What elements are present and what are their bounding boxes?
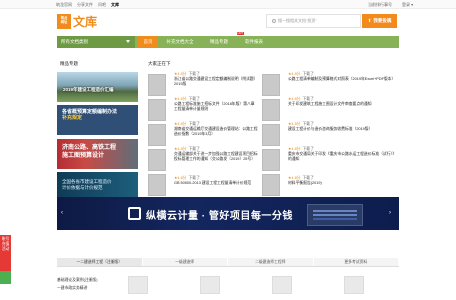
doc-thumbnail[interactable] (344, 276, 364, 294)
side-float-green (0, 271, 11, 284)
top-right-links: 当前排行事号 登录 ▾ (368, 2, 413, 8)
list-item[interactable]: ★4.8分 下载了 重庆市交通局关于印发《重庆市公路水运工程造价标准（试行）》的通… (288, 147, 398, 177)
nav-docs[interactable]: 补充文档大全 (158, 36, 202, 48)
doc-thumbnail[interactable] (148, 74, 166, 96)
doc-thumbnail[interactable] (148, 99, 166, 121)
promo-caption: 济南公路、高铁工程 施工图预算设计 (62, 145, 117, 159)
tab-second-level[interactable]: 二级建造师工程师 (228, 258, 314, 266)
doc-thumbnail[interactable] (262, 74, 280, 96)
ad-banner[interactable]: ‹ 纵横云计量 · 管好项目每一分钱 › (57, 197, 399, 230)
doc-thumbnail[interactable] (200, 276, 220, 294)
doc-title: 浙江省公路交通建设工程定额编制说明（附试题）2019版 (174, 77, 258, 87)
top-link-library[interactable]: 文库 (111, 2, 119, 8)
doc-title: 重庆市交通局关于印发《重庆市公路水运工程造价标准（试行）》的通知 (288, 152, 397, 162)
hot-badge: HOT (236, 32, 244, 35)
category-select[interactable]: 所有文档类别 (57, 36, 135, 48)
top-link-zhulong[interactable]: 筑龙官网 (56, 2, 72, 8)
tab-first-level[interactable]: 一级建造师 (142, 258, 228, 266)
category-tabs: 一二建造师工程（注册版） 一级建造师 二级建造师工程师 更多考试资料 (57, 258, 399, 267)
doc-thumbnail[interactable] (262, 124, 280, 146)
doc-thumbnail[interactable] (128, 276, 148, 294)
doc-title: GB 50500-2013 建设工程工程量清单计价规范 (174, 181, 252, 186)
nav-software[interactable]: 软件报表 (236, 36, 272, 48)
nav-items: 首页 补充文档大全 精品专题 HOT 软件报表 (138, 32, 272, 48)
side-float-widget[interactable]: 账号 充值 活动 (0, 235, 11, 284)
bottom-link-list: 基础理论及案例(注册版) 一建市政实务精讲 (57, 276, 98, 292)
promo-banner[interactable]: 济南公路、高铁工程 施工图预算设计 (57, 139, 138, 169)
screen-illustration (307, 204, 363, 226)
brand-logo-icon (128, 207, 141, 220)
top-links: 筑龙官网 分享文件 问吧 文库 (56, 2, 119, 8)
chevron-left-icon[interactable]: ‹ (61, 210, 65, 216)
nav-featured[interactable]: 精品专题 HOT (202, 32, 244, 48)
bottom-link[interactable]: 基础理论及案例(注册版) (57, 276, 98, 284)
doc-title: 湖南省交通运输厅交通建设造价管理站：公路工程造价指数（2019年3月） (174, 127, 258, 137)
search-input[interactable]: 搜一搜相关文档"投资" (266, 14, 361, 28)
nav-featured-label: 精品专题 (210, 39, 228, 44)
search-icon (272, 19, 276, 23)
site-logo[interactable]: 筑龙 网址 文库 (57, 13, 97, 30)
doc-title: 建设工程计价与造价咨询服务收费标准（2019版） (288, 127, 373, 132)
doc-thumbnail[interactable] (148, 124, 166, 146)
login-link[interactable]: 登录 ▾ (402, 2, 413, 8)
upload-icon: ⬆ (367, 18, 372, 23)
doc-thumbnail[interactable] (148, 174, 166, 196)
logo-badge: 筑龙 网址 (57, 14, 71, 29)
promo-caption: 各省概预算定额编制办法 补充规定 (62, 109, 118, 121)
banner-slogan: 纵横云计量 · 管好项目每一分钱 (146, 211, 293, 222)
logo-text: 文库 (73, 15, 98, 29)
tab-construction-exam[interactable]: 一二建造师工程（注册版） (57, 258, 143, 266)
promo-banner[interactable]: 各省概预算定额编制办法 补充规定 (57, 105, 138, 135)
top-link-ask[interactable]: 问吧 (98, 2, 106, 8)
chevron-right-icon[interactable]: › (389, 210, 393, 216)
promo-caption: 全国各省市建设工程造价 计价依据与计价规范 (62, 179, 112, 190)
doc-thumbnail[interactable] (262, 99, 280, 121)
search-placeholder: 搜一搜相关文档"投资" (278, 18, 317, 23)
bottom-link[interactable]: 一建市政实务精讲 (57, 284, 98, 292)
tab-more[interactable]: 更多考试资料 (313, 258, 399, 266)
doc-thumbnail[interactable] (272, 276, 292, 294)
doc-thumbnail[interactable] (262, 149, 280, 171)
doc-title: 交通运输部关于进一步加强公路工程建设项目招标投标管理工作的通知（交公路发〔201… (174, 152, 258, 162)
latest-title: 大家正在下 (148, 61, 171, 66)
doc-title: 材料平衡报告(2019) (288, 181, 322, 186)
doc-title: 公路工程标准施工招标文件（2018年版）第八章 工程量清单计量规则 (174, 102, 255, 112)
upload-button[interactable]: ⬆ 我要投稿 (362, 14, 397, 28)
nav-home[interactable]: 首页 (138, 36, 158, 48)
category-select-label: 所有文档类别 (61, 39, 88, 44)
top-link-rank[interactable]: 当前排行事号 (368, 2, 392, 8)
chevron-down-icon (126, 40, 130, 43)
list-item[interactable]: ★4.8分 下载了 交通运输部关于进一步加强公路工程建设项目招标投标管理工作的通知… (174, 147, 258, 177)
top-link-share[interactable]: 分享文件 (77, 2, 93, 8)
doc-thumbnail[interactable] (262, 174, 280, 196)
promo-caption: 2019年建设工程造价汇编 (63, 87, 114, 92)
doc-thumbnail[interactable] (148, 149, 166, 171)
doc-title: 公路工程清单编制及预算格式对照表（2019年Excel+PDF版本） (288, 77, 396, 82)
upload-button-label: 我要投稿 (373, 18, 392, 23)
featured-title: 精品专题 (60, 61, 78, 66)
promo-banner[interactable]: 2019年建设工程造价汇编 (57, 72, 138, 102)
doc-title: 关于印发建筑工程施工图设计文件审查要点的通知 (288, 102, 372, 107)
